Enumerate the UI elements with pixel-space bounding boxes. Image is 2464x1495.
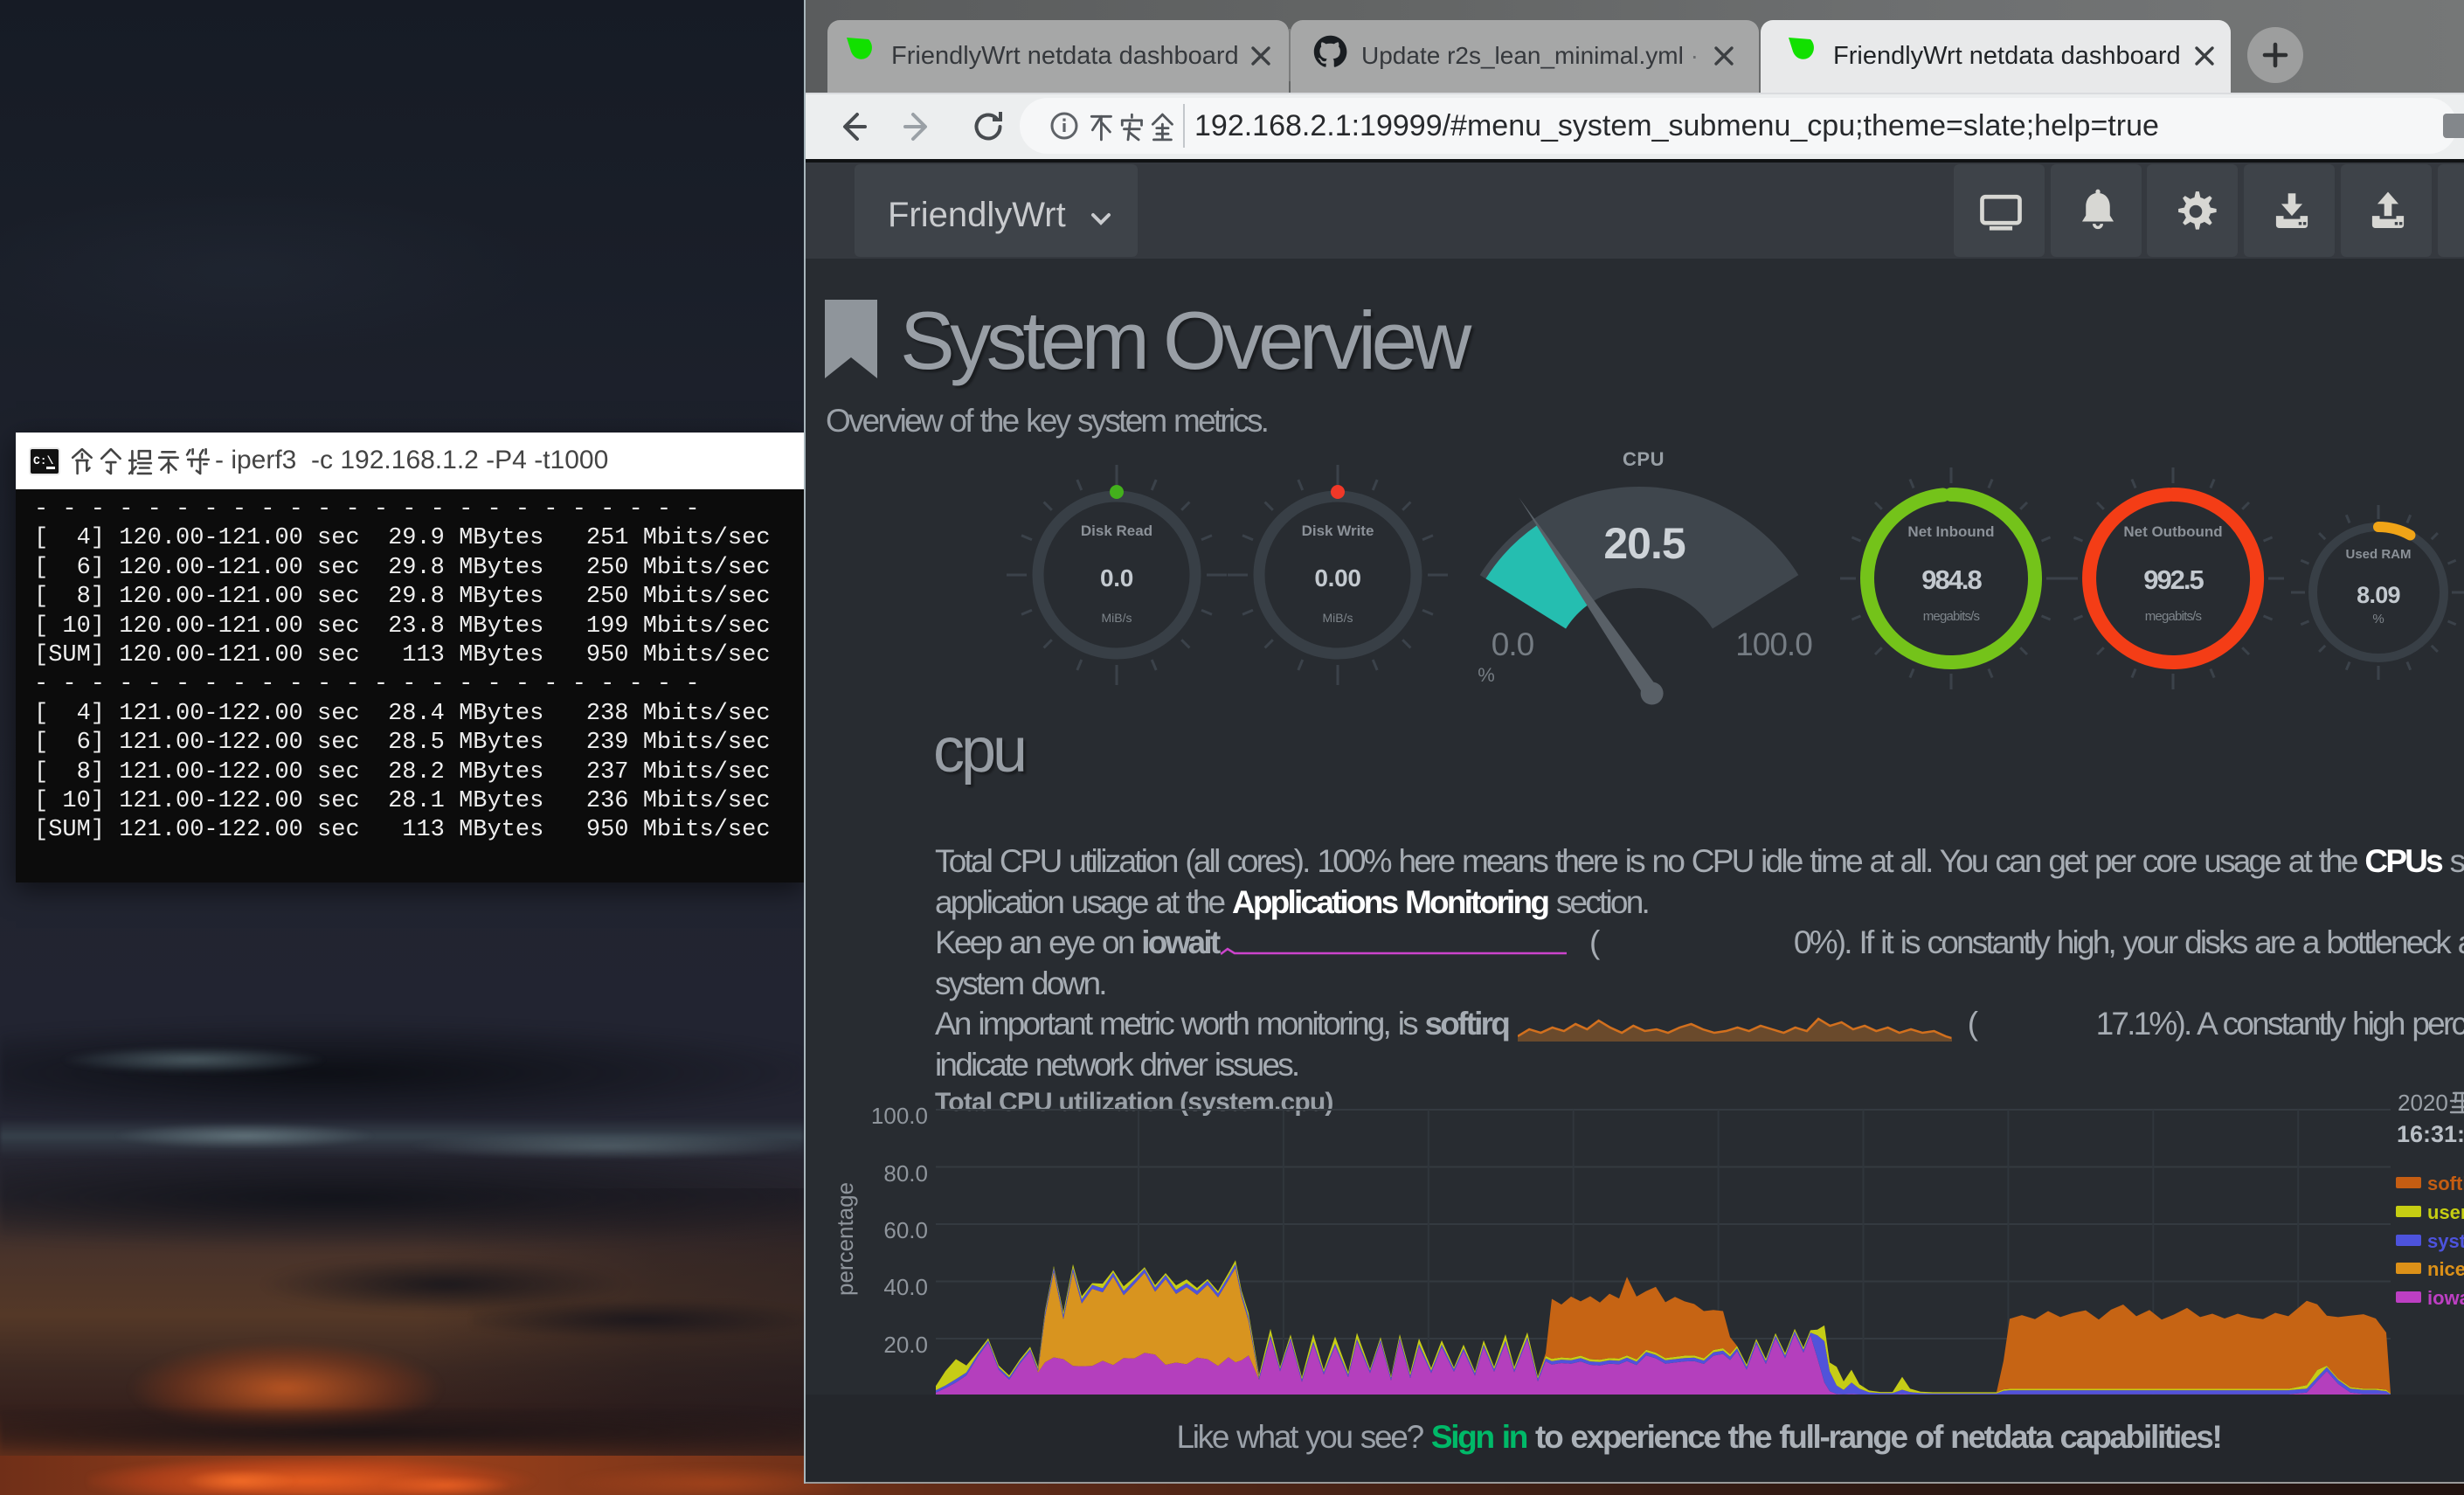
svg-text:C:\: C:\ xyxy=(33,454,54,467)
